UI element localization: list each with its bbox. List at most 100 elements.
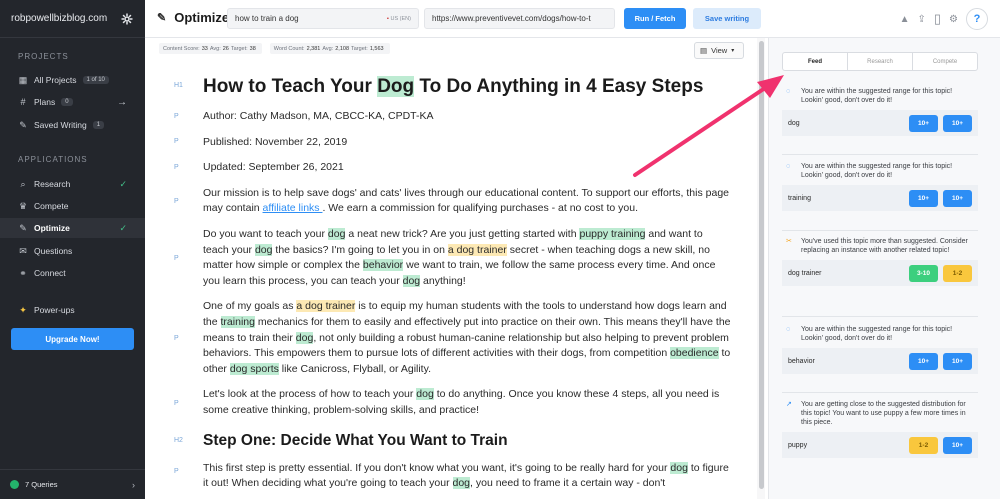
title-text: How to Teach Your <box>203 76 378 97</box>
score-target: 38 <box>249 45 256 52</box>
help-icon[interactable]: ? <box>966 8 988 30</box>
gear-icon[interactable] <box>121 13 133 25</box>
arrow-right-icon[interactable]: → <box>117 97 127 108</box>
wc-target-label: Target: <box>351 45 368 52</box>
status-dot-icon <box>10 480 19 489</box>
sidebar-item-research[interactable]: ⌕ Research ✓ <box>0 174 145 194</box>
tag-label: P <box>174 164 179 171</box>
sidebar-item-power-ups[interactable]: ✦ Power-ups <box>0 300 145 320</box>
edit-icon: ✎ <box>19 222 27 233</box>
keyword-value: how to train a dog <box>235 14 299 23</box>
card-divider <box>782 316 978 317</box>
author-line: Author: Cathy Madson, MA, CBCC-KA, CPDT-… <box>203 110 434 122</box>
paragraph-text: . We earn a commission for qualifying pu… <box>322 202 638 215</box>
document-icon[interactable]: ▯ <box>934 11 941 27</box>
tab-research[interactable]: Research <box>848 53 913 70</box>
feed-card: ◌ You are within the suggested range for … <box>782 162 978 211</box>
page-title-text: Optimize <box>174 10 230 25</box>
sidebar-item-questions[interactable]: ✉ Questions <box>0 241 145 261</box>
wc-avg-label: Avg: <box>322 45 334 52</box>
tag-label: P <box>174 335 179 342</box>
editor[interactable]: Content Score: 33 Avg: 26 Target: 38 Word C… <box>145 38 757 499</box>
edit-icon: ✎ <box>157 12 167 24</box>
topic-row[interactable]: dog trainer 3-10 1-2 <box>782 260 978 286</box>
queries-label: 7 Queries <box>25 480 58 489</box>
brand-name[interactable]: robpowellbizblog.com <box>11 13 107 24</box>
topic-highlight: dog <box>402 274 421 287</box>
topic-highlight: dog sports <box>229 362 279 375</box>
tag-label: H1 <box>174 82 183 89</box>
trend-icon: ↗ <box>786 401 792 408</box>
sidebar-item-label: Saved Writing <box>34 120 87 130</box>
page-title: ✎ Optimize <box>157 10 229 25</box>
chevron-right-icon[interactable]: › <box>132 480 135 490</box>
applications-heading: APPLICATIONS <box>18 155 88 164</box>
topic-highlight: obedience <box>670 347 719 360</box>
link-icon: ⚭ <box>19 267 27 278</box>
run-fetch-button[interactable]: Run / Fetch <box>624 8 686 29</box>
paragraph-mission: Our mission is to help save dogs' and ca… <box>203 186 731 217</box>
view-dropdown[interactable]: ▤ View ▾ <box>694 42 744 59</box>
export-icon[interactable]: ⇪ <box>917 14 925 25</box>
feed-message: ◌ You are within the suggested range for … <box>782 325 978 343</box>
wc-value: 2,381 <box>306 45 321 52</box>
search-icon: ⌕ <box>20 178 26 189</box>
projects-heading: PROJECTS <box>18 52 69 61</box>
sidebar-item-label: Optimize <box>34 223 70 233</box>
feed-message-text: You are within the suggested range for t… <box>801 88 953 104</box>
url-input[interactable]: https://www.preventivevet.com/dogs/how-t… <box>424 8 615 29</box>
topic-highlight: dog <box>254 243 273 256</box>
locale-selector[interactable]: ▪ US (EN) <box>387 16 411 22</box>
feed-panel: Feed Research Compete ◌ You are within th… <box>768 38 1000 499</box>
queries-footer[interactable]: 7 Queries › <box>0 469 145 499</box>
topic-row[interactable]: training 10+ 10+ <box>782 185 978 211</box>
sidebar-item-compete[interactable]: ♛ Compete <box>0 196 145 216</box>
tab-compete[interactable]: Compete <box>913 53 977 70</box>
feed-message: ◌ You are within the suggested range for … <box>782 87 978 105</box>
locale-label: US (EN) <box>390 15 411 22</box>
affiliate-link[interactable]: affiliate links <box>263 202 323 214</box>
tag-label: H2 <box>174 437 183 444</box>
card-divider <box>782 230 978 231</box>
topic-highlight: dog <box>295 331 314 344</box>
check-icon: ✓ <box>119 222 127 233</box>
sidebar-item-connect[interactable]: ⚭ Connect <box>0 263 145 283</box>
document-content[interactable]: How to Teach Your Dog To Do Anything in … <box>203 72 731 492</box>
feed-card: ◌ You are within the suggested range for … <box>782 325 978 374</box>
sidebar-item-plans[interactable]: # Plans 0 → <box>0 92 145 112</box>
settings-icon[interactable]: ⚙ <box>949 14 958 25</box>
topic-term: dog <box>788 119 800 127</box>
stats-bar: Content Score: 33 Avg: 26 Target: 38 Word C… <box>159 43 390 54</box>
feed-message-text: You are getting close to the suggested d… <box>801 401 966 426</box>
upgrade-button[interactable]: Upgrade Now! <box>11 328 134 350</box>
tab-feed[interactable]: Feed <box>783 53 848 70</box>
lock-icon[interactable]: ▲ <box>900 14 910 25</box>
edit-icon: ✎ <box>19 119 27 130</box>
suggested-badge: 1-2 <box>943 264 972 282</box>
score-avg: 26 <box>222 45 229 52</box>
tag-label: P <box>174 255 179 262</box>
keyword-input[interactable]: how to train a dog ▪ US (EN) <box>227 8 419 29</box>
topic-row[interactable]: behavior 10+ 10+ <box>782 348 978 374</box>
sidebar-item-optimize[interactable]: ✎ Optimize ✓ <box>0 218 145 238</box>
save-writing-button[interactable]: Save writing <box>693 8 761 29</box>
title-highlight: Dog <box>377 76 415 97</box>
paragraph-text: One of my goals as <box>203 300 297 313</box>
sidebar-item-saved-writing[interactable]: ✎ Saved Writing 1 <box>0 115 145 135</box>
sidebar-header: robpowellbizblog.com <box>0 0 145 38</box>
title-text: To Do Anything in 4 Easy Steps <box>414 76 704 97</box>
editor-scroll-thumb[interactable] <box>759 41 764 489</box>
sidebar-item-all-projects[interactable]: ▦ All Projects 1 of 10 <box>0 70 145 90</box>
wc-avg: 2,108 <box>335 45 350 52</box>
saved-count-badge: 1 <box>92 121 105 129</box>
topic-row[interactable]: puppy 1-2 10+ <box>782 432 978 458</box>
word-count-stat: Word Count: 2,381 Avg: 2,108 Target: 1,563 <box>269 43 390 54</box>
paragraph-text: a neat new trick? Are you just getting s… <box>345 227 580 240</box>
hash-icon: # <box>20 97 26 107</box>
topic-highlight-warning: a dog trainer <box>447 243 507 256</box>
topic-row[interactable]: dog 10+ 10+ <box>782 110 978 136</box>
content-score-stat: Content Score: 33 Avg: 26 Target: 38 <box>159 43 262 54</box>
topic-highlight: training <box>220 315 255 328</box>
score-value: 33 <box>201 45 208 52</box>
feed-message: ◌ You are within the suggested range for … <box>782 162 978 180</box>
